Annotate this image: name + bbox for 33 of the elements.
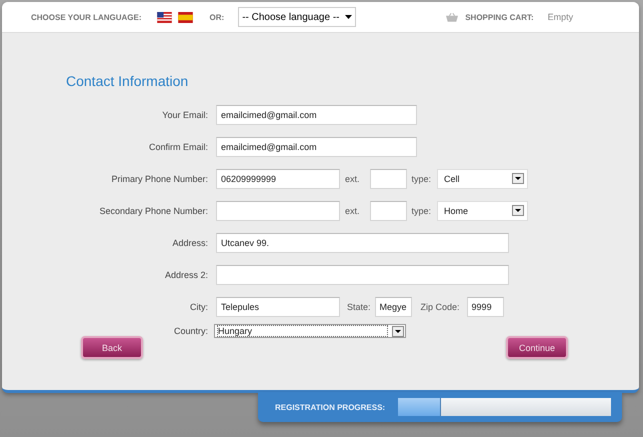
shopping-cart-label: SHOPPING CART: xyxy=(465,12,534,22)
field-label: Primary Phone Number: xyxy=(110,174,208,184)
field-label: Address 2: xyxy=(164,270,208,280)
back-button[interactable]: Back xyxy=(81,336,143,359)
field-label: Country: xyxy=(172,326,208,336)
field-label: Address: xyxy=(171,238,208,248)
ext-label: ext. xyxy=(345,174,360,184)
phone-type-select[interactable]: Cell xyxy=(437,168,528,188)
language-select[interactable]: -- Choose language -- xyxy=(238,7,356,27)
phone-field[interactable]: 06209999999 xyxy=(216,168,340,188)
field-label: Your Email: xyxy=(161,110,208,120)
progress-label: REGISTRATION PROGRESS: xyxy=(275,402,386,412)
type-label: type: xyxy=(412,174,432,184)
state-label: State: xyxy=(347,302,371,312)
state-field[interactable]: Megye xyxy=(374,296,412,316)
country-select[interactable]: Hungary xyxy=(214,324,406,338)
type-label: type: xyxy=(412,206,432,216)
confirm-email-field[interactable]: emailcimed@gmail.com xyxy=(216,136,417,156)
zip-code-field[interactable]: 9999 xyxy=(466,296,504,316)
ext-label: ext. xyxy=(345,206,360,216)
email-field[interactable]: emailcimed@gmail.com xyxy=(216,104,417,124)
section-title: Contact Information xyxy=(66,73,190,89)
city-field[interactable]: Telepules xyxy=(216,296,340,316)
phone-type-select[interactable]: Home xyxy=(437,200,528,220)
field-label: Secondary Phone Number: xyxy=(98,206,208,216)
zip-code-label: Zip Code: xyxy=(420,302,460,312)
continue-button[interactable]: Continue xyxy=(506,336,568,359)
language-label: CHOOSE YOUR LANGUAGE: xyxy=(31,12,142,22)
field-label: City: xyxy=(189,302,208,312)
field-label: Confirm Email: xyxy=(148,142,208,152)
cart-status: Empty xyxy=(548,12,574,22)
address-field[interactable]: Utcanev 99. xyxy=(216,232,509,252)
or-label: OR: xyxy=(210,12,224,22)
